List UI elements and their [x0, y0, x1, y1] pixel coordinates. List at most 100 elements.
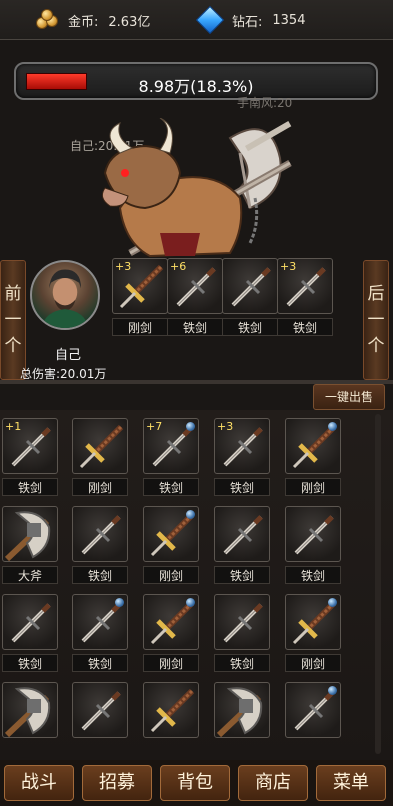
gang-sword-icon	[144, 683, 198, 737]
inventory-item-slot[interactable]	[214, 594, 270, 650]
iron-sword-icon	[3, 595, 57, 649]
tab-bag[interactable]: 背包	[160, 765, 230, 801]
equipped-weapon-slot[interactable]: +3	[112, 258, 168, 314]
boss-hp-text: 8.98万(18.3%)	[138, 77, 254, 96]
tab-recruit[interactable]: 招募	[82, 765, 152, 801]
big-axe-icon	[3, 683, 57, 737]
inventory-item-slot[interactable]	[285, 418, 341, 474]
bottom-tab-bar: 战斗 招募 背包 商店 菜单	[0, 760, 393, 806]
inventory-item-slot[interactable]: +3	[214, 418, 270, 474]
currency-bar: 金币: 2.63亿 钻石: 1354	[0, 0, 393, 40]
enhance-level: +1	[5, 420, 22, 433]
boss-name: 手南风:20	[237, 96, 293, 110]
iron-sword-icon	[286, 507, 340, 561]
inventory-item-label: 铁剑	[285, 566, 341, 584]
gem-socket-icon	[186, 598, 195, 607]
next-char-1: 后	[367, 284, 385, 304]
equipped-weapon-label: 铁剑	[277, 318, 333, 336]
prev-char-1: 前	[4, 284, 22, 304]
diamond-value: 1354	[272, 12, 306, 28]
inventory-item-slot[interactable]	[214, 682, 270, 738]
player-name: 自己	[54, 348, 81, 363]
inventory-item-label: 刚剑	[72, 478, 128, 496]
gold-label: 金币:	[68, 14, 99, 30]
hero-portrait-icon	[41, 269, 89, 328]
iron-sword-icon	[223, 259, 277, 313]
gem-socket-icon	[115, 598, 124, 607]
inventory-item-slot[interactable]	[72, 506, 128, 562]
diamond-icon	[195, 5, 225, 35]
minotaur-boss-image[interactable]	[90, 118, 305, 258]
boss-hp-bar: 8.98万(18.3%)	[14, 62, 378, 100]
iron-sword-icon	[215, 507, 269, 561]
inventory-item-label: 铁剑	[143, 478, 199, 496]
equipped-weapon-slot[interactable]: +3	[277, 258, 333, 314]
inventory-item-slot[interactable]	[2, 594, 58, 650]
inventory-item-label: 铁剑	[2, 654, 58, 672]
iron-sword-icon	[215, 595, 269, 649]
inventory-item-label: 刚剑	[143, 566, 199, 584]
inventory-item-slot[interactable]	[143, 594, 199, 650]
tab-shop[interactable]: 商店	[238, 765, 308, 801]
inventory-item-slot[interactable]	[2, 506, 58, 562]
enhance-level: +3	[280, 260, 297, 273]
equipped-weapon-label: 刚剑	[112, 318, 168, 336]
equipped-weapon-label: 铁剑	[222, 318, 278, 336]
gold-value: 2.63亿	[108, 14, 151, 30]
inventory-item-slot[interactable]	[72, 682, 128, 738]
inventory-item-slot[interactable]	[72, 594, 128, 650]
enhance-level: +3	[115, 260, 132, 273]
next-char-2: 一	[367, 310, 385, 330]
equipped-weapon-slot[interactable]: +6	[167, 258, 223, 314]
inventory-item-label: 铁剑	[72, 566, 128, 584]
equipped-weapon-label: 铁剑	[167, 318, 223, 336]
inventory-item-slot[interactable]	[285, 682, 341, 738]
tab-battle[interactable]: 战斗	[4, 765, 74, 801]
gold-coin-icon	[36, 9, 64, 31]
enhance-level: +3	[217, 420, 234, 433]
inventory-item-slot[interactable]	[72, 418, 128, 474]
inventory-item-label: 刚剑	[285, 654, 341, 672]
inventory-item-slot[interactable]	[214, 506, 270, 562]
iron-sword-icon	[73, 507, 127, 561]
sell-all-button[interactable]: 一键出售	[313, 384, 385, 410]
inventory-item-slot[interactable]	[285, 506, 341, 562]
next-button[interactable]: 后 一 个	[363, 260, 389, 380]
gem-socket-icon	[328, 686, 337, 695]
diamond-label: 钻石:	[232, 14, 263, 30]
gold-display: 金币: 2.63亿	[36, 9, 151, 31]
prev-char-2: 一	[4, 310, 22, 330]
inventory-item-slot[interactable]	[143, 682, 199, 738]
inventory-item-label: 大斧	[2, 566, 58, 584]
big-axe-icon	[3, 507, 57, 561]
gem-socket-icon	[186, 510, 195, 519]
gang-sword-icon	[73, 419, 127, 473]
inventory-item-slot[interactable]: +1	[2, 418, 58, 474]
inventory-scrollbar[interactable]	[375, 414, 381, 754]
player-avatar[interactable]	[30, 260, 100, 330]
inventory-item-slot[interactable]	[143, 506, 199, 562]
inventory-item-label: 铁剑	[214, 566, 270, 584]
inventory-item-slot[interactable]	[285, 594, 341, 650]
previous-button[interactable]: 前 一 个	[0, 260, 26, 380]
big-axe-icon	[215, 683, 269, 737]
gem-socket-icon	[186, 422, 195, 431]
diamond-display: 钻石: 1354	[195, 5, 306, 35]
prev-char-3: 个	[4, 336, 22, 356]
inventory-item-slot[interactable]: +7	[143, 418, 199, 474]
equipped-weapon-slot[interactable]	[222, 258, 278, 314]
inventory-item-slot[interactable]	[2, 682, 58, 738]
inventory-panel: +1 铁剑 刚剑 +7 铁剑 +3 铁剑 刚剑 大斧 铁剑 刚剑 铁剑 铁剑 铁剑 铁剑 刚剑 铁剑 刚剑	[0, 410, 393, 760]
inventory-item-label: 刚剑	[285, 478, 341, 496]
inventory-item-label: 铁剑	[214, 478, 270, 496]
inventory-item-label: 铁剑	[214, 654, 270, 672]
next-char-3: 个	[367, 336, 385, 356]
inventory-item-label: 铁剑	[2, 478, 58, 496]
enhance-level: +7	[146, 420, 163, 433]
enhance-level: +6	[170, 260, 187, 273]
tab-menu[interactable]: 菜单	[316, 765, 386, 801]
gem-socket-icon	[328, 422, 337, 431]
iron-sword-icon	[73, 683, 127, 737]
inventory-item-label: 铁剑	[72, 654, 128, 672]
gem-socket-icon	[328, 598, 337, 607]
